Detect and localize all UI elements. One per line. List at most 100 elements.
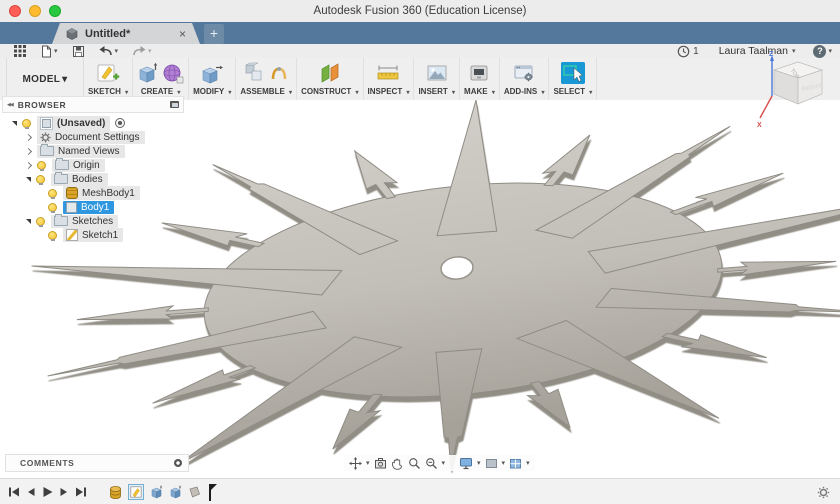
activate-component-radio[interactable]: [115, 118, 125, 128]
tree-item-body1[interactable]: Body1: [2, 200, 184, 214]
timeline-sketch-feature[interactable]: [128, 484, 144, 500]
ribbon-group-addins[interactable]: ADD-INS ▾: [500, 58, 550, 100]
ribbon-group-create[interactable]: CREATE ▾: [133, 58, 189, 100]
timeline-settings-gear-icon[interactable]: [817, 486, 830, 499]
insert-image-icon: [425, 62, 449, 84]
modify-tool-icon: [200, 62, 224, 84]
clock-icon: [677, 45, 690, 58]
timeline-position-marker[interactable]: [209, 484, 211, 501]
ribbon-group-select[interactable]: SELECT ▾: [549, 58, 597, 100]
ribbon-group-inspect[interactable]: INSPECT ▾: [364, 58, 415, 100]
undo-button[interactable]: ▾: [99, 45, 119, 57]
visibility-bulb-icon[interactable]: [48, 189, 57, 198]
chevron-down-icon: ▾: [228, 90, 231, 96]
chevron-down-icon[interactable]: ▾: [502, 459, 506, 467]
pan-icon[interactable]: [349, 457, 362, 470]
workspace-selector[interactable]: MODEL ▾: [6, 58, 84, 100]
mesh-body-icon: [66, 187, 78, 199]
tree-item-unsaved[interactable]: (Unsaved): [2, 116, 184, 130]
file-menu-button[interactable]: ▾: [40, 45, 58, 58]
viewports-icon[interactable]: [509, 457, 522, 470]
sketch-feature-icon: [130, 486, 142, 498]
browser-title: BROWSER: [18, 100, 170, 110]
redo-icon: [132, 45, 146, 57]
tree-item-label: MeshBody1: [82, 188, 135, 199]
window-title: Autodesk Fusion 360 (Education License): [0, 5, 840, 17]
file-icon: [40, 45, 52, 58]
model-spike[interactable]: [526, 379, 570, 431]
tree-item-meshbody1[interactable]: MeshBody1: [2, 186, 184, 200]
chevron-down-icon: ▾: [541, 90, 544, 96]
timeline-extrude-feature[interactable]: [150, 485, 163, 499]
expander-closed-icon[interactable]: [25, 147, 32, 154]
model-spike[interactable]: [717, 252, 837, 277]
ribbon-group-insert[interactable]: INSERT ▾: [414, 58, 460, 100]
collapse-panel-icon[interactable]: ◀◀: [7, 102, 13, 108]
comments-options-icon[interactable]: [174, 459, 182, 467]
save-button[interactable]: [72, 45, 85, 58]
chevron-down-icon: ▾: [589, 90, 592, 96]
redo-button[interactable]: ▾: [132, 45, 152, 57]
select-cursor-icon: [561, 62, 585, 84]
model-spike[interactable]: [539, 135, 594, 187]
ribbon-group-make[interactable]: MAKE ▾: [460, 58, 500, 100]
tree-item-sketch1[interactable]: Sketch1: [2, 228, 184, 242]
tree-item-origin[interactable]: Origin: [2, 158, 184, 172]
tree-item-bodies[interactable]: Bodies: [2, 172, 184, 186]
model-spike[interactable]: [355, 147, 399, 201]
ribbon-group-sketch[interactable]: SKETCH ▾: [84, 58, 133, 100]
visibility-bulb-icon[interactable]: [36, 217, 45, 226]
tree-item-label: Body1: [81, 202, 109, 213]
play-button[interactable]: [42, 486, 53, 498]
zoom-icon[interactable]: [408, 457, 421, 470]
ribbon-group-modify[interactable]: MODIFY ▾: [189, 58, 236, 100]
browser-header[interactable]: ◀◀ BROWSER: [2, 96, 184, 113]
visibility-bulb-icon[interactable]: [37, 161, 46, 170]
model-spike[interactable]: [668, 173, 786, 215]
orbit-icon[interactable]: [374, 457, 387, 470]
zoom-window-icon[interactable]: [425, 457, 438, 470]
visibility-bulb-icon[interactable]: [48, 231, 57, 240]
tree-item-document-settings[interactable]: Document Settings: [2, 130, 184, 144]
expander-open-icon[interactable]: [26, 219, 31, 224]
expander-open-icon[interactable]: [26, 177, 31, 182]
go-to-start-button[interactable]: [8, 486, 20, 498]
timeline-meshbody-feature[interactable]: [109, 485, 122, 500]
chevron-down-icon[interactable]: ▾: [526, 459, 530, 467]
view-cube[interactable]: Z X TOP RIGHT: [756, 48, 836, 128]
ribbon-group-assemble[interactable]: ASSEMBLE ▾: [236, 58, 297, 100]
tree-item-sketches[interactable]: Sketches: [2, 214, 184, 228]
visibility-bulb-icon[interactable]: [48, 203, 57, 212]
gear-icon: [40, 132, 51, 143]
visibility-bulb-icon[interactable]: [36, 175, 45, 184]
model-spike[interactable]: [328, 393, 387, 449]
tab-untitled[interactable]: Untitled* ×: [52, 23, 200, 44]
chevron-down-icon[interactable]: ▾: [442, 459, 446, 467]
pan-hand-icon[interactable]: [391, 457, 404, 470]
step-forward-button[interactable]: [59, 486, 69, 498]
go-to-end-button[interactable]: [75, 486, 87, 498]
step-back-button[interactable]: [26, 486, 36, 498]
job-status-button[interactable]: 1: [677, 45, 715, 58]
expander-closed-icon[interactable]: [25, 133, 32, 140]
ribbon-group-construct[interactable]: CONSTRUCT ▾: [297, 58, 363, 100]
group-label: SELECT: [553, 87, 585, 96]
model-spike[interactable]: [77, 302, 210, 328]
visibility-bulb-icon[interactable]: [22, 119, 31, 128]
tree-item-label: Named Views: [58, 146, 120, 157]
tree-item-named-views[interactable]: Named Views: [2, 144, 184, 158]
display-settings-icon[interactable]: [170, 101, 179, 108]
chevron-down-icon[interactable]: ▾: [366, 459, 370, 467]
display-settings-icon[interactable]: [459, 457, 473, 470]
timeline-extrude-feature[interactable]: [169, 485, 182, 499]
tab-close-icon[interactable]: ×: [179, 27, 186, 41]
expander-closed-icon[interactable]: [25, 161, 32, 168]
data-panel-button[interactable]: [14, 45, 26, 57]
timeline-body-feature[interactable]: [188, 485, 201, 499]
comments-panel[interactable]: COMMENTS: [5, 454, 189, 472]
new-tab-button[interactable]: +: [204, 24, 224, 44]
grid-layout-icon[interactable]: [485, 457, 498, 470]
model-spike[interactable]: [150, 365, 258, 403]
expander-open-icon[interactable]: [12, 121, 17, 126]
chevron-down-icon[interactable]: ▾: [477, 459, 481, 467]
